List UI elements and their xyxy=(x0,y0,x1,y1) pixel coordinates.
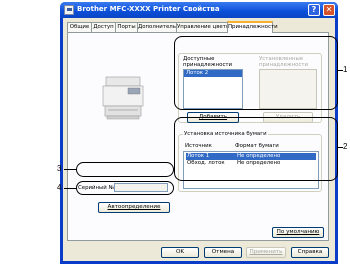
autodetect-button[interactable]: Автоопределение xyxy=(98,202,170,213)
tab-accessories[interactable]: Принадлежности xyxy=(227,21,278,33)
close-button[interactable]: ✕ xyxy=(323,4,335,16)
printer-app-icon xyxy=(64,5,74,15)
callout-number-4: 4 xyxy=(57,183,62,192)
tab-advanced[interactable]: Дополнительно xyxy=(137,22,183,32)
apply-button[interactable]: Применить xyxy=(246,247,286,258)
help-button[interactable]: Справка xyxy=(291,247,329,258)
callout-leader-3 xyxy=(64,169,76,170)
default-button[interactable]: По умолчанию xyxy=(272,227,324,238)
callout-number-2: 2 xyxy=(343,142,348,151)
tab-sharing[interactable]: Доступ xyxy=(91,22,116,32)
callout-outline-2 xyxy=(174,117,338,181)
tab-ports[interactable]: Порты xyxy=(115,22,138,32)
callout-outline-3 xyxy=(76,162,174,177)
apply-label: Применить xyxy=(249,249,283,255)
window-title: Brother MFC-XXXX Printer Свойства xyxy=(77,5,220,13)
tab-general[interactable]: Общие xyxy=(67,22,92,32)
title-bar[interactable]: Brother MFC-XXXX Printer Свойства ? ✕ xyxy=(60,2,338,18)
autodetect-label: Автоопределение xyxy=(107,204,161,210)
callout-outline-4 xyxy=(76,181,174,195)
callout-number-3: 3 xyxy=(57,164,62,173)
ok-button[interactable]: OK xyxy=(161,247,199,258)
callout-outline-1 xyxy=(174,36,338,110)
printer-icon xyxy=(102,76,144,120)
cancel-button[interactable]: Отмена xyxy=(204,247,242,258)
tab-color-management[interactable]: Управление цветом xyxy=(176,22,233,32)
default-label: По умолчанию xyxy=(276,229,320,235)
callout-number-1: 1 xyxy=(343,65,348,74)
callout-leader-4 xyxy=(64,188,76,189)
help-title-button[interactable]: ? xyxy=(308,4,320,16)
